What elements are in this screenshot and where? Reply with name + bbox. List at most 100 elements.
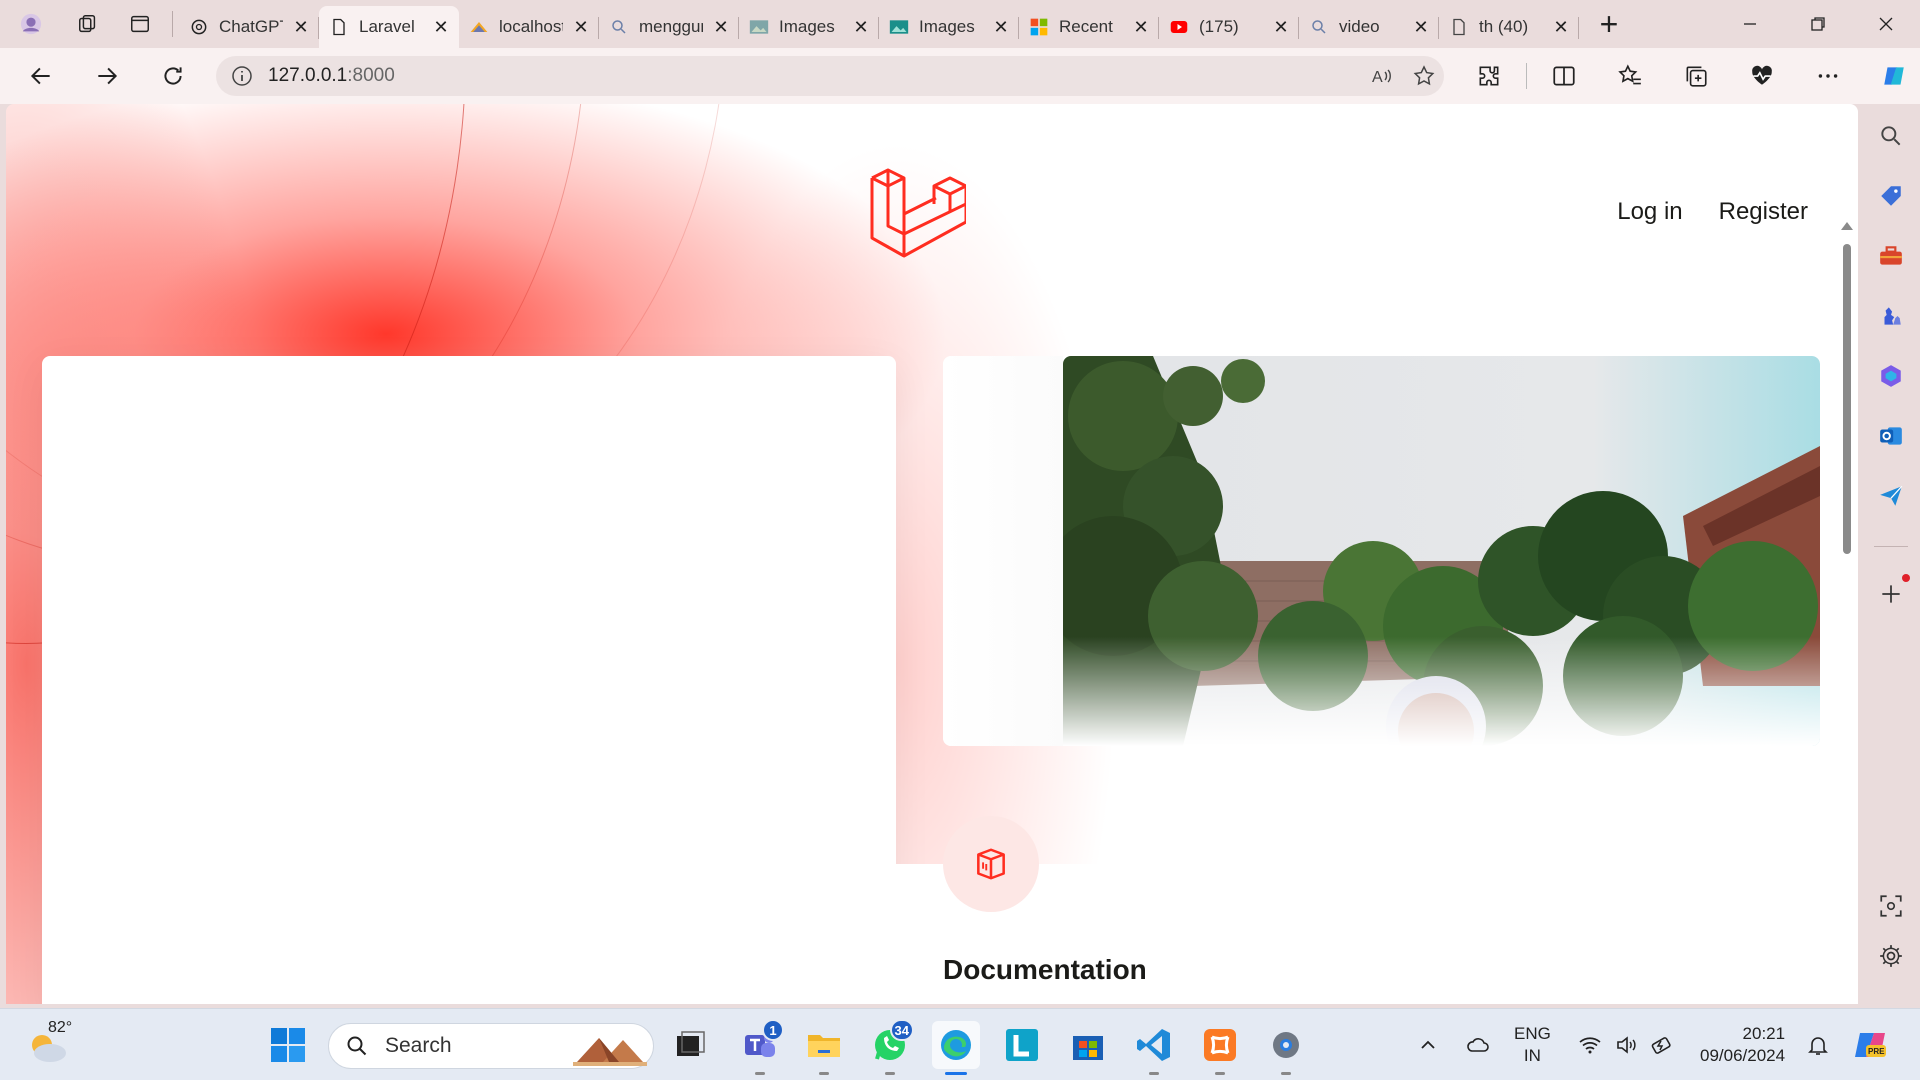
copilot-button[interactable] (1861, 48, 1920, 104)
whatsapp-badge: 34 (889, 1019, 914, 1041)
sidebar-tools[interactable] (1862, 234, 1920, 278)
favorites-button[interactable] (1597, 48, 1663, 104)
new-tab-button[interactable]: + (1579, 0, 1639, 48)
taskbar-settings[interactable] (1262, 1021, 1310, 1075)
forward-button[interactable] (74, 48, 140, 104)
profile-avatar[interactable] (0, 0, 62, 48)
start-button[interactable] (270, 1027, 306, 1063)
tab-images-1[interactable]: Images ✕ (739, 7, 879, 47)
taskbar-task-view[interactable] (666, 1021, 714, 1069)
taskbar-edge[interactable] (932, 1021, 980, 1075)
card-edge (943, 356, 1063, 746)
browser-essentials-button[interactable] (1729, 48, 1795, 104)
weather-widget[interactable]: 82° (26, 1019, 76, 1069)
scroll-thumb[interactable] (1843, 244, 1851, 554)
close-tab-icon[interactable]: ✕ (293, 17, 309, 37)
tray-wifi[interactable] (1578, 1009, 1602, 1080)
language-indicator[interactable]: ENG IN (1514, 1023, 1551, 1067)
close-window-button[interactable] (1852, 0, 1920, 48)
restore-icon (1811, 17, 1825, 31)
close-tab-icon[interactable]: ✕ (853, 17, 869, 37)
taskbar-file-explorer[interactable] (800, 1021, 848, 1075)
login-link[interactable]: Log in (1617, 198, 1682, 226)
sidebar-add-app[interactable] (1862, 572, 1920, 616)
auth-nav: Log in Register (1617, 198, 1808, 226)
microsoft365-icon (1881, 365, 1901, 387)
tab-youtube[interactable]: (175) ✕ (1159, 7, 1299, 47)
search-icon (1881, 126, 1901, 146)
site-info-icon[interactable] (216, 64, 268, 88)
image-icon (889, 17, 909, 37)
read-aloud-icon[interactable]: A (1370, 64, 1394, 88)
documentation-title[interactable]: Documentation (943, 954, 1147, 986)
workspaces-button[interactable] (62, 0, 114, 48)
tray-overflow-button[interactable] (1416, 1009, 1440, 1080)
extensions-button[interactable] (1456, 48, 1522, 104)
tab-title: ChatGPT (219, 17, 283, 36)
favorite-star-icon[interactable] (1412, 64, 1436, 88)
tab-laravel[interactable]: Laravel ✕ (319, 6, 459, 48)
close-tab-icon[interactable]: ✕ (993, 17, 1009, 37)
tray-copilot[interactable]: PRE (1852, 1009, 1888, 1080)
vertical-scrollbar[interactable] (1838, 220, 1856, 1004)
taskbar-search[interactable]: Search (328, 1023, 654, 1069)
collections-button[interactable] (1663, 48, 1729, 104)
close-tab-icon[interactable]: ✕ (433, 17, 449, 37)
back-button[interactable] (8, 48, 74, 104)
tab-recent[interactable]: Recent ✕ (1019, 7, 1159, 47)
close-tab-icon[interactable]: ✕ (573, 17, 589, 37)
tab-search-menggunakan[interactable]: menggunakan ✕ (599, 7, 739, 47)
system-clock[interactable]: 20:21 09/06/2024 (1700, 1023, 1785, 1067)
split-screen-button[interactable] (1531, 48, 1597, 104)
taskbar-whatsapp[interactable]: 34 (866, 1019, 914, 1075)
close-tab-icon[interactable]: ✕ (1413, 17, 1429, 37)
shopping-tag-icon (1881, 186, 1901, 206)
tray-volume[interactable] (1614, 1009, 1638, 1080)
tab-actions-button[interactable] (114, 0, 166, 48)
restore-button[interactable] (1784, 0, 1852, 48)
clock-time: 20:21 (1742, 1024, 1786, 1043)
scroll-up-arrow[interactable] (1841, 222, 1853, 230)
taskbar-vscode[interactable] (1130, 1021, 1178, 1075)
tab-images-2[interactable]: Images ✕ (879, 7, 1019, 47)
speaker-icon (1617, 1036, 1636, 1054)
sidebar-outlook[interactable] (1862, 414, 1920, 458)
sidebar-settings[interactable] (1862, 934, 1920, 978)
sidebar-search[interactable] (1862, 114, 1920, 158)
tab-search-video[interactable]: video ✕ (1299, 7, 1439, 47)
taskbar-teams[interactable]: 1 (736, 1019, 784, 1075)
sidebar-games[interactable] (1862, 294, 1920, 338)
tray-battery[interactable] (1650, 1009, 1674, 1080)
sidebar-microsoft365[interactable] (1862, 354, 1920, 398)
taskbar-xampp[interactable] (1196, 1021, 1244, 1075)
sidebar-screenshot[interactable] (1862, 884, 1920, 928)
url-text[interactable]: 127.0.0.1:8000 (268, 65, 395, 87)
register-link[interactable]: Register (1719, 198, 1808, 226)
tab-title: (175) (1199, 17, 1239, 36)
close-tab-icon[interactable]: ✕ (713, 17, 729, 37)
address-actions: A (1370, 56, 1436, 96)
taskbar-l-app[interactable] (998, 1021, 1046, 1069)
address-bar[interactable]: 127.0.0.1:8000 A (216, 56, 1444, 96)
xampp-icon (1204, 1029, 1236, 1061)
tab-localhost[interactable]: localhost ✕ (459, 7, 599, 47)
minimize-button[interactable] (1716, 0, 1784, 48)
taskbar-microsoft-store[interactable] (1064, 1021, 1112, 1069)
refresh-button[interactable] (140, 48, 206, 104)
sidebar-shopping[interactable] (1862, 174, 1920, 218)
tab-title: th (40) (1479, 17, 1529, 36)
close-tab-icon[interactable]: ✕ (1553, 17, 1569, 37)
tab-th40[interactable]: th (40) ✕ (1439, 7, 1579, 47)
screenshot-card[interactable] (943, 356, 1820, 746)
tab-title: video (1339, 17, 1380, 36)
page-viewport: Log in Register Documentation (6, 104, 1858, 1004)
close-tab-icon[interactable]: ✕ (1133, 17, 1149, 37)
edge-sidebar (1862, 104, 1920, 1004)
sidebar-telegram[interactable] (1862, 474, 1920, 518)
tray-onedrive[interactable] (1466, 1009, 1490, 1080)
settings-more-button[interactable] (1795, 48, 1861, 104)
tray-notifications[interactable] (1806, 1009, 1830, 1080)
page-icon (329, 17, 349, 37)
close-tab-icon[interactable]: ✕ (1273, 17, 1289, 37)
tab-chatgpt[interactable]: ChatGPT ✕ (179, 7, 319, 47)
